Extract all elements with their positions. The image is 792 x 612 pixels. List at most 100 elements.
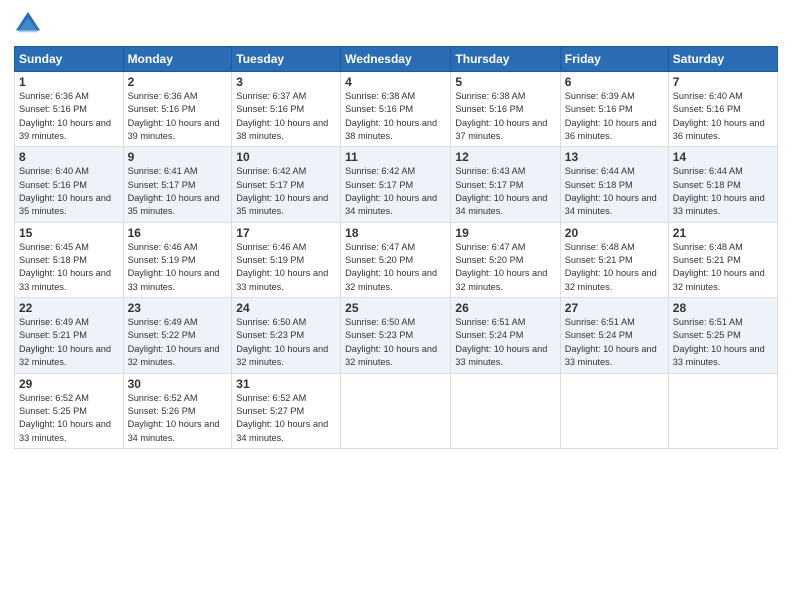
page-container: SundayMondayTuesdayWednesdayThursdayFrid… bbox=[0, 0, 792, 459]
day-info: Sunrise: 6:52 AMSunset: 5:26 PMDaylight:… bbox=[128, 392, 228, 445]
day-number: 9 bbox=[128, 150, 228, 164]
calendar-cell: 13 Sunrise: 6:44 AMSunset: 5:18 PMDaylig… bbox=[560, 147, 668, 222]
day-number: 15 bbox=[19, 226, 119, 240]
day-info: Sunrise: 6:51 AMSunset: 5:24 PMDaylight:… bbox=[455, 316, 555, 369]
day-info: Sunrise: 6:43 AMSunset: 5:17 PMDaylight:… bbox=[455, 165, 555, 218]
calendar-cell: 12 Sunrise: 6:43 AMSunset: 5:17 PMDaylig… bbox=[451, 147, 560, 222]
day-number: 18 bbox=[345, 226, 446, 240]
calendar-cell: 15 Sunrise: 6:45 AMSunset: 5:18 PMDaylig… bbox=[15, 222, 124, 297]
day-info: Sunrise: 6:50 AMSunset: 5:23 PMDaylight:… bbox=[345, 316, 446, 369]
calendar-cell: 8 Sunrise: 6:40 AMSunset: 5:16 PMDayligh… bbox=[15, 147, 124, 222]
weekday-header-row: SundayMondayTuesdayWednesdayThursdayFrid… bbox=[15, 47, 778, 72]
week-row-3: 15 Sunrise: 6:45 AMSunset: 5:18 PMDaylig… bbox=[15, 222, 778, 297]
week-row-1: 1 Sunrise: 6:36 AMSunset: 5:16 PMDayligh… bbox=[15, 72, 778, 147]
calendar-cell bbox=[341, 373, 451, 448]
calendar-cell: 9 Sunrise: 6:41 AMSunset: 5:17 PMDayligh… bbox=[123, 147, 232, 222]
calendar-cell: 17 Sunrise: 6:46 AMSunset: 5:19 PMDaylig… bbox=[232, 222, 341, 297]
calendar-cell: 7 Sunrise: 6:40 AMSunset: 5:16 PMDayligh… bbox=[668, 72, 777, 147]
day-number: 13 bbox=[565, 150, 664, 164]
day-info: Sunrise: 6:37 AMSunset: 5:16 PMDaylight:… bbox=[236, 90, 336, 143]
calendar-cell: 27 Sunrise: 6:51 AMSunset: 5:24 PMDaylig… bbox=[560, 298, 668, 373]
calendar-cell: 2 Sunrise: 6:36 AMSunset: 5:16 PMDayligh… bbox=[123, 72, 232, 147]
day-number: 25 bbox=[345, 301, 446, 315]
weekday-header-friday: Friday bbox=[560, 47, 668, 72]
day-number: 4 bbox=[345, 75, 446, 89]
day-info: Sunrise: 6:46 AMSunset: 5:19 PMDaylight:… bbox=[128, 241, 228, 294]
day-info: Sunrise: 6:49 AMSunset: 5:22 PMDaylight:… bbox=[128, 316, 228, 369]
week-row-5: 29 Sunrise: 6:52 AMSunset: 5:25 PMDaylig… bbox=[15, 373, 778, 448]
weekday-header-thursday: Thursday bbox=[451, 47, 560, 72]
calendar-cell: 25 Sunrise: 6:50 AMSunset: 5:23 PMDaylig… bbox=[341, 298, 451, 373]
calendar-cell: 14 Sunrise: 6:44 AMSunset: 5:18 PMDaylig… bbox=[668, 147, 777, 222]
day-info: Sunrise: 6:38 AMSunset: 5:16 PMDaylight:… bbox=[455, 90, 555, 143]
calendar-cell: 24 Sunrise: 6:50 AMSunset: 5:23 PMDaylig… bbox=[232, 298, 341, 373]
weekday-header-monday: Monday bbox=[123, 47, 232, 72]
day-number: 28 bbox=[673, 301, 773, 315]
calendar-cell: 3 Sunrise: 6:37 AMSunset: 5:16 PMDayligh… bbox=[232, 72, 341, 147]
calendar-cell: 6 Sunrise: 6:39 AMSunset: 5:16 PMDayligh… bbox=[560, 72, 668, 147]
calendar-cell: 11 Sunrise: 6:42 AMSunset: 5:17 PMDaylig… bbox=[341, 147, 451, 222]
day-info: Sunrise: 6:41 AMSunset: 5:17 PMDaylight:… bbox=[128, 165, 228, 218]
day-number: 29 bbox=[19, 377, 119, 391]
day-number: 6 bbox=[565, 75, 664, 89]
day-number: 10 bbox=[236, 150, 336, 164]
day-number: 26 bbox=[455, 301, 555, 315]
day-number: 17 bbox=[236, 226, 336, 240]
day-info: Sunrise: 6:47 AMSunset: 5:20 PMDaylight:… bbox=[455, 241, 555, 294]
logo bbox=[14, 10, 46, 38]
day-info: Sunrise: 6:44 AMSunset: 5:18 PMDaylight:… bbox=[673, 165, 773, 218]
day-number: 3 bbox=[236, 75, 336, 89]
calendar-table: SundayMondayTuesdayWednesdayThursdayFrid… bbox=[14, 46, 778, 449]
calendar-cell: 21 Sunrise: 6:48 AMSunset: 5:21 PMDaylig… bbox=[668, 222, 777, 297]
day-number: 11 bbox=[345, 150, 446, 164]
day-number: 7 bbox=[673, 75, 773, 89]
calendar-cell bbox=[451, 373, 560, 448]
day-info: Sunrise: 6:52 AMSunset: 5:25 PMDaylight:… bbox=[19, 392, 119, 445]
weekday-header-saturday: Saturday bbox=[668, 47, 777, 72]
day-info: Sunrise: 6:44 AMSunset: 5:18 PMDaylight:… bbox=[565, 165, 664, 218]
weekday-header-tuesday: Tuesday bbox=[232, 47, 341, 72]
day-number: 12 bbox=[455, 150, 555, 164]
calendar-cell: 28 Sunrise: 6:51 AMSunset: 5:25 PMDaylig… bbox=[668, 298, 777, 373]
calendar-cell: 5 Sunrise: 6:38 AMSunset: 5:16 PMDayligh… bbox=[451, 72, 560, 147]
day-info: Sunrise: 6:48 AMSunset: 5:21 PMDaylight:… bbox=[673, 241, 773, 294]
week-row-2: 8 Sunrise: 6:40 AMSunset: 5:16 PMDayligh… bbox=[15, 147, 778, 222]
calendar-cell: 20 Sunrise: 6:48 AMSunset: 5:21 PMDaylig… bbox=[560, 222, 668, 297]
day-info: Sunrise: 6:40 AMSunset: 5:16 PMDaylight:… bbox=[19, 165, 119, 218]
day-number: 31 bbox=[236, 377, 336, 391]
calendar-cell: 29 Sunrise: 6:52 AMSunset: 5:25 PMDaylig… bbox=[15, 373, 124, 448]
day-number: 22 bbox=[19, 301, 119, 315]
day-number: 23 bbox=[128, 301, 228, 315]
day-number: 20 bbox=[565, 226, 664, 240]
day-info: Sunrise: 6:42 AMSunset: 5:17 PMDaylight:… bbox=[345, 165, 446, 218]
day-info: Sunrise: 6:51 AMSunset: 5:25 PMDaylight:… bbox=[673, 316, 773, 369]
day-info: Sunrise: 6:39 AMSunset: 5:16 PMDaylight:… bbox=[565, 90, 664, 143]
day-info: Sunrise: 6:51 AMSunset: 5:24 PMDaylight:… bbox=[565, 316, 664, 369]
day-number: 19 bbox=[455, 226, 555, 240]
day-info: Sunrise: 6:45 AMSunset: 5:18 PMDaylight:… bbox=[19, 241, 119, 294]
day-info: Sunrise: 6:40 AMSunset: 5:16 PMDaylight:… bbox=[673, 90, 773, 143]
calendar-cell: 1 Sunrise: 6:36 AMSunset: 5:16 PMDayligh… bbox=[15, 72, 124, 147]
day-number: 8 bbox=[19, 150, 119, 164]
weekday-header-sunday: Sunday bbox=[15, 47, 124, 72]
logo-icon bbox=[14, 10, 42, 38]
calendar-cell: 10 Sunrise: 6:42 AMSunset: 5:17 PMDaylig… bbox=[232, 147, 341, 222]
day-info: Sunrise: 6:46 AMSunset: 5:19 PMDaylight:… bbox=[236, 241, 336, 294]
week-row-4: 22 Sunrise: 6:49 AMSunset: 5:21 PMDaylig… bbox=[15, 298, 778, 373]
day-number: 30 bbox=[128, 377, 228, 391]
day-info: Sunrise: 6:42 AMSunset: 5:17 PMDaylight:… bbox=[236, 165, 336, 218]
day-info: Sunrise: 6:47 AMSunset: 5:20 PMDaylight:… bbox=[345, 241, 446, 294]
header bbox=[14, 10, 778, 38]
day-info: Sunrise: 6:38 AMSunset: 5:16 PMDaylight:… bbox=[345, 90, 446, 143]
day-info: Sunrise: 6:48 AMSunset: 5:21 PMDaylight:… bbox=[565, 241, 664, 294]
day-number: 24 bbox=[236, 301, 336, 315]
day-number: 1 bbox=[19, 75, 119, 89]
calendar-cell: 23 Sunrise: 6:49 AMSunset: 5:22 PMDaylig… bbox=[123, 298, 232, 373]
calendar-cell: 31 Sunrise: 6:52 AMSunset: 5:27 PMDaylig… bbox=[232, 373, 341, 448]
calendar-cell: 19 Sunrise: 6:47 AMSunset: 5:20 PMDaylig… bbox=[451, 222, 560, 297]
calendar-cell: 26 Sunrise: 6:51 AMSunset: 5:24 PMDaylig… bbox=[451, 298, 560, 373]
day-number: 2 bbox=[128, 75, 228, 89]
day-number: 16 bbox=[128, 226, 228, 240]
calendar-cell bbox=[668, 373, 777, 448]
calendar-cell: 4 Sunrise: 6:38 AMSunset: 5:16 PMDayligh… bbox=[341, 72, 451, 147]
